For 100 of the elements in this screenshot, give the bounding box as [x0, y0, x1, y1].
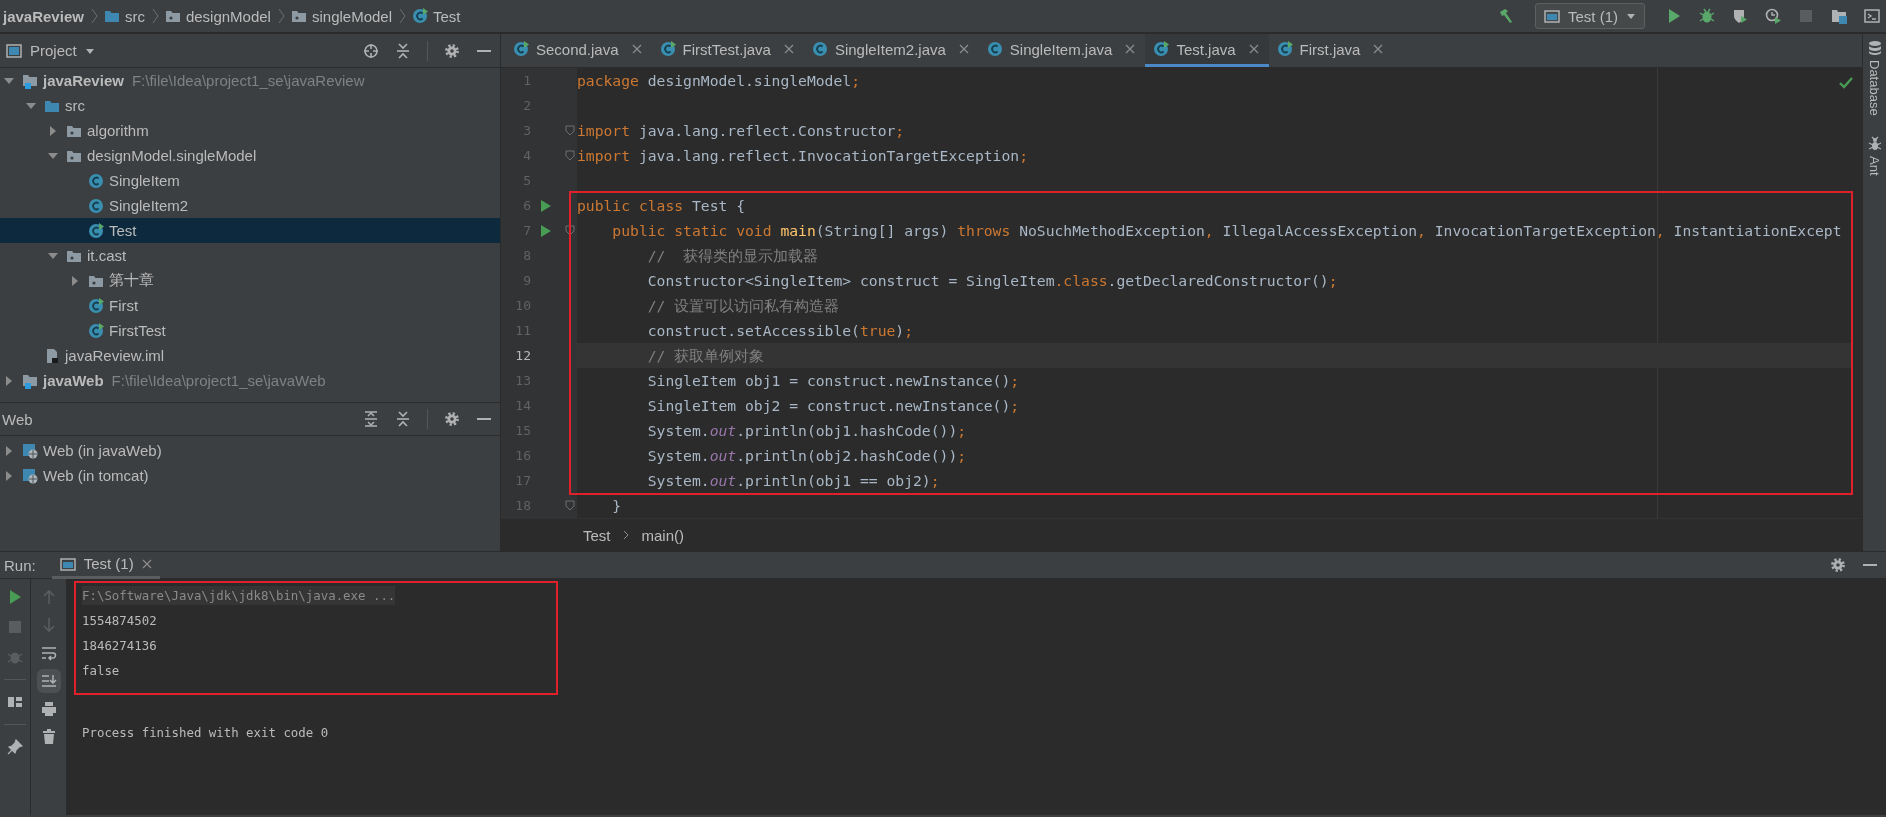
code-line: } [611, 496, 623, 516]
tree-item[interactable]: javaReview.iml [0, 343, 500, 368]
close-icon[interactable] [783, 44, 794, 54]
file-icon [44, 347, 60, 364]
soft-wrap-icon[interactable] [40, 645, 57, 661]
clock-run-icon[interactable] [1765, 8, 1781, 24]
breadcrumb-item[interactable]: main() [641, 526, 685, 544]
settings-icon[interactable] [1830, 557, 1846, 573]
panel-title: Run: [4, 556, 36, 574]
class-run-icon [1153, 41, 1170, 57]
run-icon[interactable] [539, 198, 553, 213]
editor-tab[interactable]: SingleItem.java [978, 34, 1146, 67]
folder-icon [103, 8, 120, 24]
breadcrumb-item[interactable]: designModel [164, 7, 271, 25]
fold-icon[interactable] [565, 225, 575, 236]
locate-icon[interactable] [363, 42, 379, 59]
tree-item[interactable]: SingleItem2 [0, 193, 500, 218]
check-icon [1839, 76, 1854, 89]
tree-item[interactable]: designModel.singleModel [0, 143, 500, 168]
panel-title: Web [2, 410, 33, 428]
trash-icon[interactable] [40, 729, 57, 745]
editor-tab[interactable]: Test.java [1145, 34, 1269, 67]
breadcrumb-item[interactable]: src [103, 7, 145, 25]
run-icon[interactable] [539, 223, 553, 238]
tree-item[interactable]: Web (in tomcat) [0, 463, 500, 488]
code-line: // 获得类的显示加载器 [646, 246, 820, 266]
web-module-icon [22, 467, 38, 484]
close-icon[interactable] [141, 558, 152, 569]
module-path: F:\file\Idea\project1_se\javaReview [131, 72, 365, 89]
class-run-icon [1276, 41, 1293, 57]
editor-tab[interactable]: SingleItem2.java [803, 34, 979, 67]
folder-icon [290, 8, 307, 24]
tree-item[interactable]: FirstTest [0, 318, 500, 343]
print-icon[interactable] [40, 701, 57, 717]
tool-window-button[interactable]: Database [1866, 40, 1883, 116]
rerun-icon[interactable] [7, 589, 23, 605]
folder-icon [164, 8, 181, 24]
code-line: SingleItem obj2 = construct.newInstance(); [646, 396, 1021, 416]
class-icon [811, 41, 828, 57]
tree-item[interactable]: Test [0, 218, 500, 243]
editor-tab[interactable]: FirstTest.java [651, 34, 804, 67]
class-icon [88, 197, 104, 214]
caret-icon [1626, 11, 1636, 21]
class-run-icon [88, 322, 104, 339]
tree-item[interactable]: algorithm [0, 118, 500, 143]
fold-icon[interactable] [565, 150, 575, 161]
run-icon[interactable] [1666, 8, 1682, 24]
breadcrumb-item[interactable]: Test [412, 7, 461, 25]
chevron-icon [276, 8, 285, 24]
fold-icon[interactable] [565, 125, 575, 136]
bug-icon[interactable] [1699, 8, 1715, 24]
tree-item[interactable]: First [0, 293, 500, 318]
line-number: 12 [514, 348, 531, 363]
pin-icon[interactable] [7, 739, 23, 755]
shield-run-icon[interactable] [1732, 8, 1748, 24]
expand-all-icon[interactable] [363, 411, 379, 427]
tree-item[interactable]: Web (in javaWeb) [0, 438, 500, 463]
tree-item[interactable]: javaWeb F:\file\Idea\project1_se\javaWeb [0, 368, 500, 393]
terminal-icon[interactable] [1864, 8, 1880, 24]
close-icon[interactable] [631, 44, 642, 54]
project-structure-icon[interactable] [1831, 8, 1847, 24]
code-line: public static void main(String[] args) throws NoSuchMethodException, IllegalAccessException, InvocationTargetException, InstantiationExcept [611, 221, 1843, 241]
code-line: construct.setAccessible(true); [646, 321, 915, 341]
window-icon [1544, 8, 1560, 24]
close-icon[interactable] [1373, 44, 1384, 54]
settings-icon[interactable] [444, 411, 460, 427]
class-run-icon [513, 41, 529, 57]
tree-item[interactable]: src [0, 93, 500, 118]
tree-item[interactable]: javaReview F:\file\Idea\project1_se\javaReview [0, 68, 500, 93]
code-line: SingleItem obj1 = construct.newInstance(); [646, 371, 1021, 391]
database-icon [1866, 40, 1883, 56]
module-path: F:\file\Idea\project1_se\javaWeb [111, 372, 326, 389]
breadcrumb-item[interactable]: Test [583, 526, 611, 544]
panel-title-dropdown[interactable]: Project [6, 42, 95, 59]
run-config-dropdown[interactable]: Test (1) [1535, 3, 1645, 29]
settings-icon[interactable] [444, 42, 460, 59]
output-line: 1846274136 [82, 638, 157, 653]
tree-item[interactable]: it.cast [0, 243, 500, 268]
tool-window-button[interactable]: Ant [1866, 135, 1883, 176]
class-icon [986, 41, 1003, 57]
code-line: System.out.println(obj1 == obj2); [646, 471, 941, 491]
close-icon[interactable] [1125, 44, 1136, 54]
web-module-icon [22, 442, 38, 459]
tree-item[interactable]: 第十章 [0, 268, 500, 293]
chevron-icon [622, 530, 630, 540]
hammer-icon[interactable] [1498, 8, 1514, 24]
close-icon[interactable] [1248, 44, 1259, 54]
code-line: package designModel.singleModel; [577, 71, 861, 91]
tree-item[interactable]: SingleItem [0, 168, 500, 193]
layout-icon[interactable] [7, 694, 23, 710]
collapse-all-icon[interactable] [395, 411, 411, 427]
editor-tab[interactable]: Second.java [505, 34, 652, 67]
code-line: System.out.println(obj1.hashCode()); [646, 421, 968, 441]
output-line: false [82, 663, 120, 678]
editor-tab[interactable]: First.java [1268, 34, 1394, 67]
fold-icon[interactable] [565, 500, 575, 511]
collapse-all-icon[interactable] [395, 42, 411, 59]
close-icon[interactable] [958, 44, 969, 54]
breadcrumb-item[interactable]: singleModel [290, 7, 392, 25]
breadcrumb-item[interactable]: javaReview [3, 7, 84, 25]
